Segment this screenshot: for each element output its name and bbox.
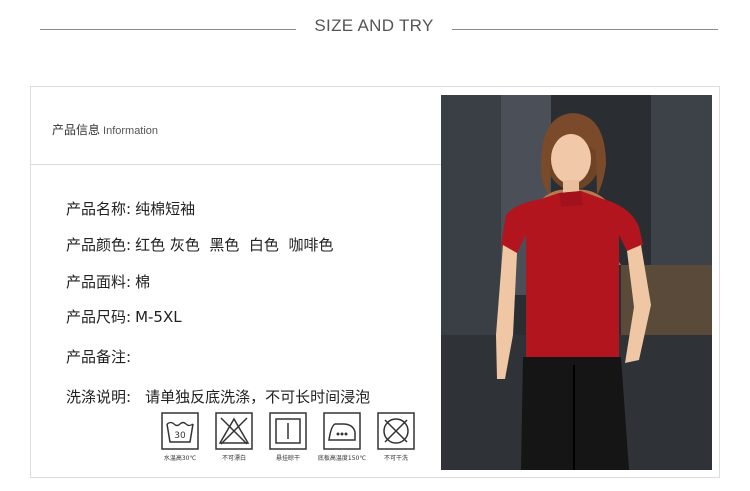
row-value: 纯棉短袖: [135, 200, 196, 218]
model-illustration: [441, 95, 712, 470]
row-label: 产品面料:: [66, 273, 132, 291]
header-divider-left: [40, 29, 296, 30]
care-label: 悬挂晾干: [275, 455, 300, 462]
info-heading-en: Information: [103, 125, 159, 137]
row-value: 红色 灰色 黑色 白色 咖啡色: [135, 236, 334, 254]
care-label: 不可干洗: [383, 455, 408, 462]
row-label: 产品颜色:: [66, 236, 132, 254]
care-item-hang-dry: 悬挂晾干: [262, 412, 314, 462]
care-icons: 30 水温高30℃ 不可漂白 悬挂晾干 底板高温度150℃ 不可干洗: [154, 412, 424, 468]
iron-icon: [323, 412, 361, 450]
row-value: M-5XL: [135, 308, 182, 326]
row-value: 请单独反底洗涤，不可长时间浸泡: [145, 388, 371, 406]
row-label: 产品备注:: [66, 348, 132, 366]
info-header-divider: [30, 164, 442, 165]
row-product-name: 产品名称: 纯棉短袖: [66, 198, 195, 219]
hang-dry-icon: [269, 412, 307, 450]
row-product-fabric: 产品面料: 棉: [66, 271, 150, 292]
care-label: 水温高30℃: [163, 455, 197, 462]
row-value: 棉: [135, 273, 151, 291]
care-label: 不可漂白: [221, 455, 246, 462]
header-divider-right: [452, 29, 718, 30]
care-item-no-dry-clean: 不可干洗: [370, 412, 422, 462]
row-label: 产品尺码:: [66, 308, 132, 326]
info-heading: 产品信息 Information: [52, 121, 158, 138]
row-label: 产品名称:: [66, 200, 132, 218]
wash-temp-number: 30: [174, 431, 186, 441]
wash-30-icon: 30: [161, 412, 199, 450]
row-label: 洗涤说明:: [66, 388, 132, 406]
row-product-size: 产品尺码: M-5XL: [66, 306, 182, 327]
care-item-no-bleach: 不可漂白: [208, 412, 260, 462]
row-product-notes: 产品备注:: [66, 346, 135, 367]
no-bleach-icon: [215, 412, 253, 450]
care-label: 底板高温度150℃: [317, 455, 367, 462]
care-item-iron: 底板高温度150℃: [316, 412, 368, 462]
row-product-colors: 产品颜色: 红色 灰色 黑色 白色 咖啡色: [66, 234, 333, 255]
section-title: SIZE AND TRY: [314, 16, 434, 35]
product-photo: [441, 95, 712, 470]
row-wash-instructions: 洗涤说明: 请单独反底洗涤，不可长时间浸泡: [66, 386, 370, 407]
info-heading-cn: 产品信息: [52, 123, 101, 137]
care-item-wash: 30 水温高30℃: [154, 412, 206, 462]
no-dry-clean-icon: [377, 412, 415, 450]
